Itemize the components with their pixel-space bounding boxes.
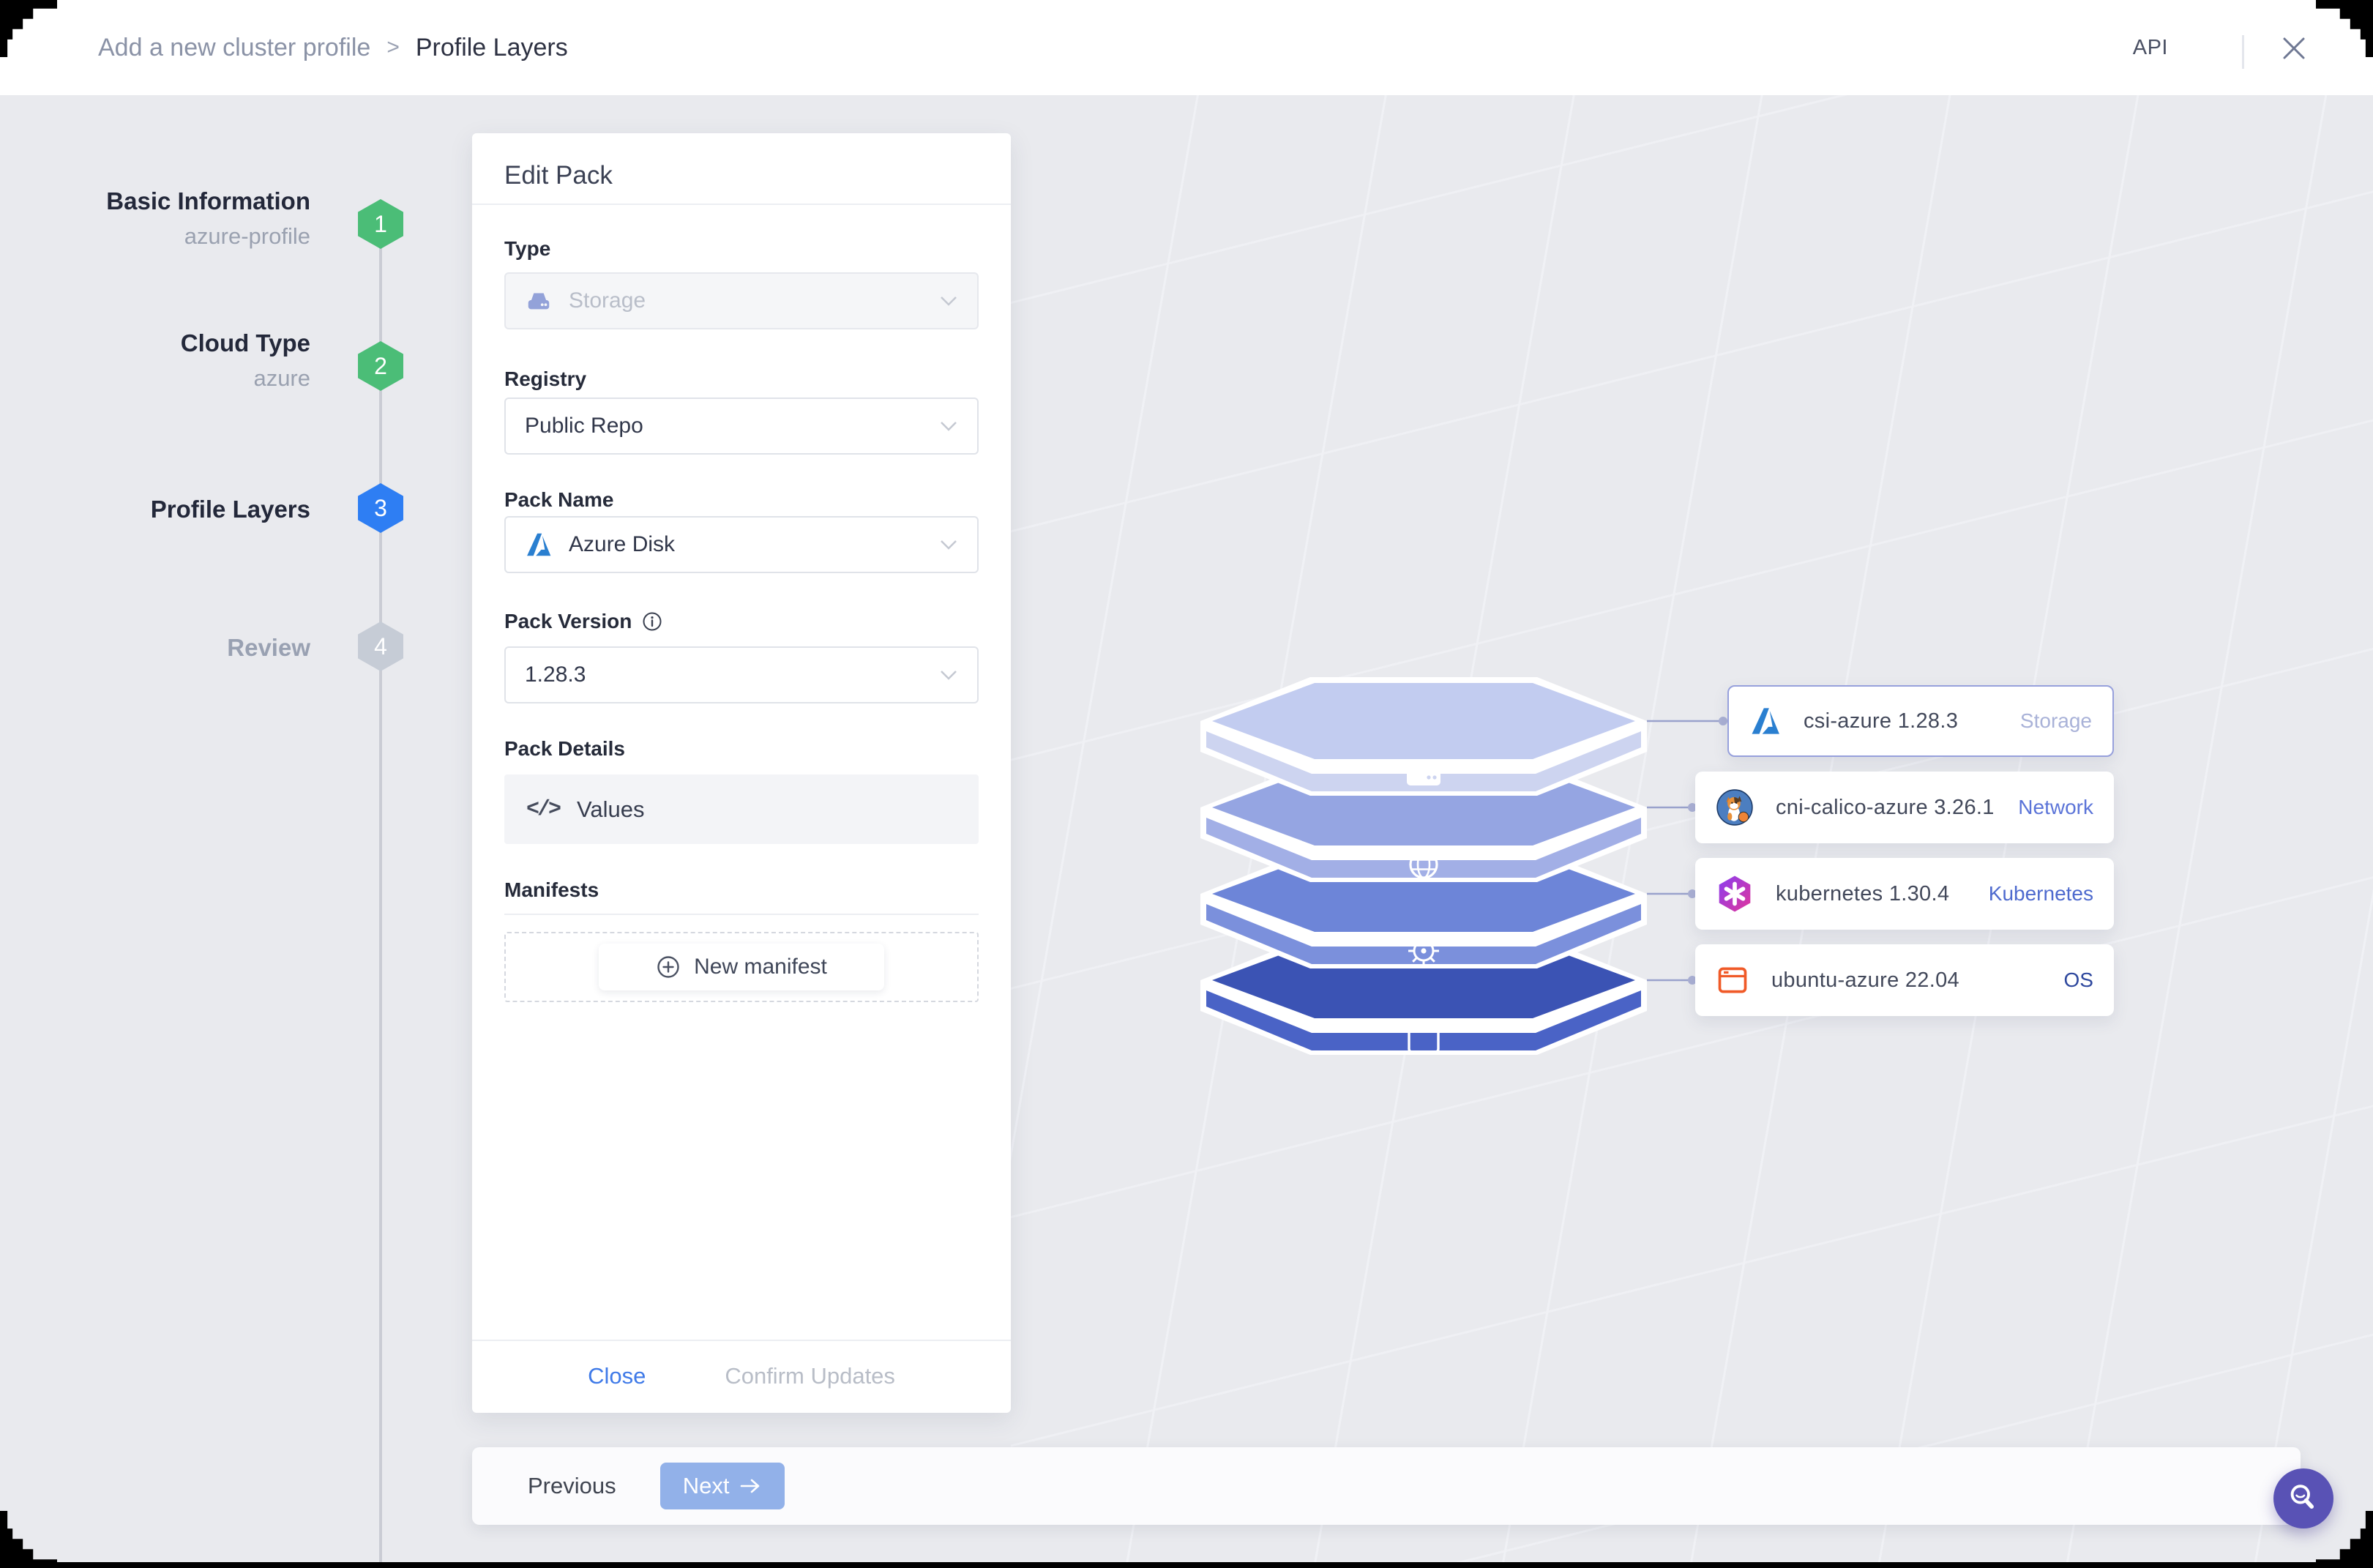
info-icon[interactable] bbox=[642, 611, 662, 632]
step-hexagon-2[interactable]: 2 bbox=[358, 341, 403, 391]
chevron-down-icon bbox=[939, 532, 958, 557]
step-hexagon-1[interactable]: 1 bbox=[358, 199, 403, 249]
azure-logo-icon bbox=[1749, 705, 1782, 737]
layer-stack-illustration bbox=[1200, 677, 1647, 1055]
panel-title-divider bbox=[472, 204, 1011, 205]
manifests-label: Manifests bbox=[504, 878, 599, 901]
code-icon: </> bbox=[526, 796, 561, 822]
azure-logo-icon bbox=[525, 531, 553, 559]
previous-button[interactable]: Previous bbox=[523, 1472, 621, 1500]
pack-details-label: Pack Details bbox=[504, 737, 625, 760]
layer-card-name: csi-azure 1.28.3 bbox=[1804, 709, 1959, 733]
page-title: Profile Layers bbox=[415, 33, 568, 61]
layer-card-storage[interactable]: csi-azure 1.28.3 Storage bbox=[1727, 685, 2114, 757]
stepper-line bbox=[379, 206, 382, 1562]
close-button[interactable]: Close bbox=[583, 1362, 650, 1390]
pack-name-label: Pack Name bbox=[504, 488, 614, 511]
layer-card-name: kubernetes 1.30.4 bbox=[1776, 881, 1950, 906]
manifests-divider bbox=[504, 914, 979, 915]
chevron-down-icon bbox=[939, 414, 958, 438]
edit-pack-panel: Edit Pack Type Storage Registry Public R… bbox=[472, 133, 1011, 1413]
step-hexagon-4[interactable]: 4 bbox=[358, 621, 403, 671]
step-number: 1 bbox=[374, 210, 387, 237]
search-smile-icon bbox=[2283, 1478, 2324, 1519]
plus-circle-icon bbox=[656, 955, 681, 979]
step-title-cloud-type: Cloud Type bbox=[180, 329, 310, 356]
step-subtitle-cloud-type: azure bbox=[253, 365, 310, 391]
kubernetes-hex-icon bbox=[1716, 875, 1754, 913]
panel-title: Edit Pack bbox=[504, 161, 613, 190]
values-label: Values bbox=[577, 796, 645, 822]
storage-drive-icon bbox=[1406, 761, 1441, 785]
layer-card-category: Network bbox=[2018, 796, 2093, 818]
new-manifest-button[interactable]: New manifest bbox=[599, 944, 884, 990]
wizard-nav-bar: Previous Next bbox=[472, 1447, 2301, 1525]
registry-select[interactable]: Public Repo bbox=[504, 397, 979, 455]
calico-cat-icon bbox=[1716, 788, 1754, 826]
type-value: Storage bbox=[569, 288, 646, 313]
layer-card-os[interactable]: ubuntu-azure 22.04 OS bbox=[1695, 944, 2114, 1016]
type-label: Type bbox=[504, 237, 551, 260]
chevron-down-icon bbox=[939, 662, 958, 687]
step-hexagon-3[interactable]: 3 bbox=[358, 483, 403, 533]
layer-card-category: OS bbox=[2063, 968, 2093, 991]
new-manifest-label: New manifest bbox=[694, 955, 827, 979]
step-number: 3 bbox=[374, 494, 387, 521]
registry-value: Public Repo bbox=[525, 414, 643, 438]
layer-card-name: ubuntu-azure 22.04 bbox=[1771, 968, 1959, 992]
layer-card-category: Storage bbox=[2019, 709, 2092, 732]
header-bar: Add a new cluster profile > Profile Laye… bbox=[0, 0, 2373, 95]
frame-corner-bottom-left bbox=[0, 1511, 57, 1568]
next-button[interactable]: Next bbox=[659, 1463, 785, 1509]
pack-name-value: Azure Disk bbox=[569, 532, 676, 556]
pack-version-label-text: Pack Version bbox=[504, 610, 632, 632]
step-subtitle-basic-information: azure-profile bbox=[184, 223, 310, 249]
chevron-down-icon bbox=[939, 288, 958, 313]
app-window: Add a new cluster profile > Profile Laye… bbox=[0, 0, 2373, 1568]
panel-footer: Close Confirm Updates bbox=[472, 1341, 1011, 1411]
step-number: 4 bbox=[374, 632, 387, 660]
kubernetes-wheel-icon bbox=[1408, 936, 1439, 966]
registry-label: Registry bbox=[504, 367, 587, 390]
drive-icon bbox=[525, 287, 553, 315]
search-fab-button[interactable] bbox=[2273, 1468, 2333, 1528]
close-icon[interactable] bbox=[2279, 34, 2309, 63]
type-select[interactable]: Storage bbox=[504, 272, 979, 329]
next-button-label: Next bbox=[682, 1473, 730, 1498]
pack-name-select[interactable]: Azure Disk bbox=[504, 516, 979, 573]
step-title-profile-layers: Profile Layers bbox=[150, 496, 310, 523]
layer-card-category: Kubernetes bbox=[1988, 882, 2093, 905]
step-number: 2 bbox=[374, 352, 387, 379]
breadcrumb: Add a new cluster profile > Profile Laye… bbox=[98, 0, 568, 95]
pack-version-select[interactable]: 1.28.3 bbox=[504, 646, 979, 703]
pack-version-label: Pack Version bbox=[504, 610, 662, 633]
layer-card-kubernetes[interactable]: kubernetes 1.30.4 Kubernetes bbox=[1695, 858, 2114, 930]
layer-card-network[interactable]: cni-calico-azure 3.26.1 Network bbox=[1695, 772, 2114, 843]
breadcrumb-parent[interactable]: Add a new cluster profile bbox=[98, 34, 370, 62]
os-window-icon bbox=[1716, 963, 1749, 997]
breadcrumb-separator: > bbox=[386, 35, 400, 59]
values-row[interactable]: </> Values bbox=[504, 774, 979, 844]
api-button[interactable]: API bbox=[2133, 0, 2168, 95]
manifests-dropzone: New manifest bbox=[504, 932, 979, 1002]
arrow-right-icon bbox=[739, 1477, 761, 1495]
header-divider bbox=[2242, 35, 2244, 69]
pack-version-value: 1.28.3 bbox=[525, 662, 586, 687]
confirm-updates-button[interactable]: Confirm Updates bbox=[720, 1362, 900, 1390]
step-title-basic-information: Basic Information bbox=[106, 187, 310, 214]
layer-card-name: cni-calico-azure 3.26.1 bbox=[1776, 795, 1995, 819]
step-title-review: Review bbox=[227, 634, 310, 661]
frame-bottom-edge bbox=[0, 1562, 2373, 1568]
